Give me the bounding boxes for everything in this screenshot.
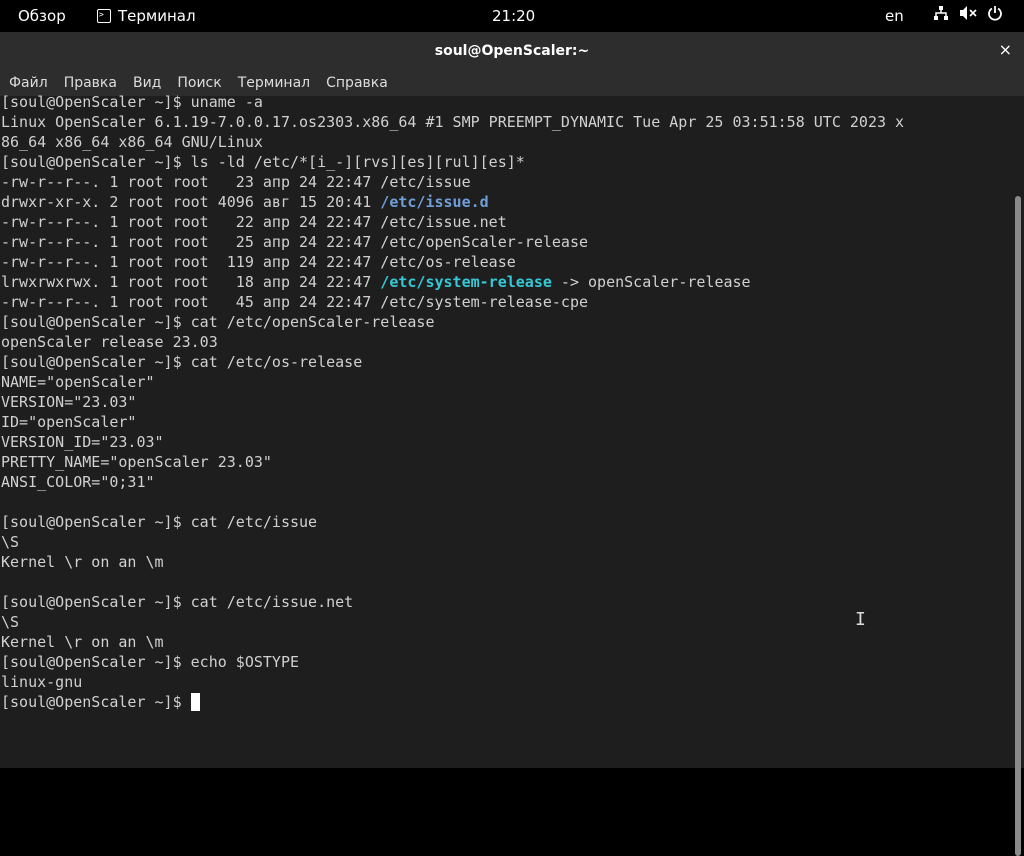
terminal-line: [soul@OpenScaler ~]$ cat /etc/openScaler…	[1, 312, 904, 332]
scrollbar[interactable]	[1012, 96, 1024, 856]
terminal-line: -rw-r--r--. 1 root root 25 апр 24 22:47 …	[1, 232, 904, 252]
terminal-text: lrwxrwxrwx. 1 root root 18 апр 24 22:47	[1, 273, 381, 291]
window-titlebar[interactable]: soul@OpenScaler:~ ×	[0, 32, 1024, 70]
terminal-output[interactable]: [soul@OpenScaler ~]$ uname -a Linux OpenS…	[0, 93, 1012, 768]
menu-view[interactable]: Вид	[125, 75, 169, 91]
terminal-text: -rw-r--r--. 1 root root 45 апр 24 22:47 …	[1, 293, 588, 311]
terminal-text: -> openScaler-release	[551, 273, 751, 291]
terminal-line: ANSI_COLOR="0;31"	[1, 472, 904, 492]
terminal-line: PRETTY_NAME="openScaler 23.03"	[1, 452, 904, 472]
terminal-line: Kernel \r on an \m	[1, 552, 904, 572]
terminal-line: [soul@OpenScaler ~]$	[1, 692, 904, 712]
terminal-lines: [soul@OpenScaler ~]$ uname -a Linux OpenS…	[1, 92, 904, 712]
terminal-text: openScaler release 23.03	[1, 333, 218, 351]
clock[interactable]: 21:20	[492, 0, 535, 32]
terminal-line: [soul@OpenScaler ~]$ cat /etc/issue.net	[1, 592, 904, 612]
terminal-line: [soul@OpenScaler ~]$ cat /etc/issue	[1, 512, 904, 532]
terminal-line: [soul@OpenScaler ~]$ ls -ld /etc/*[i_-][…	[1, 152, 904, 172]
terminal-line: -rw-r--r--. 1 root root 23 апр 24 22:47 …	[1, 172, 904, 192]
terminal-text: 86_64 x86_64 x86_64 GNU/Linux	[1, 133, 263, 151]
terminal-line: -rw-r--r--. 1 root root 45 апр 24 22:47 …	[1, 292, 904, 312]
terminal-text: Linux OpenScaler 6.1.19-7.0.0.17.os2303.…	[1, 113, 905, 131]
terminal-line: [soul@OpenScaler ~]$ uname -a	[1, 92, 904, 112]
terminal-text: linux-gnu	[1, 673, 83, 691]
terminal-line: [soul@OpenScaler ~]$ cat /etc/os-release	[1, 352, 904, 372]
terminal-text: -rw-r--r--. 1 root root 25 апр 24 22:47 …	[1, 233, 588, 251]
terminal-text: ID="openScaler"	[1, 413, 137, 431]
terminal-text: Kernel \r on an \m	[1, 553, 164, 571]
terminal-text: VERSION="23.03"	[1, 393, 137, 411]
terminal-text: [soul@OpenScaler ~]$ cat /etc/os-release	[1, 353, 363, 371]
mouse-ibeam-cursor-icon: I	[855, 609, 866, 630]
volume-muted-icon[interactable]	[959, 0, 977, 32]
directory-name: /etc/issue.d	[380, 193, 489, 211]
terminal-line: drwxr-xr-x. 2 root root 4096 авг 15 20:4…	[1, 192, 904, 212]
terminal-text: -rw-r--r--. 1 root root 22 апр 24 22:47 …	[1, 213, 507, 231]
app-menu-label: Терминал	[118, 7, 196, 25]
top-bar: Обзор > Терминал 21:20 en	[0, 0, 1024, 32]
terminal-line: \S	[1, 612, 904, 632]
terminal-line: VERSION_ID="23.03"	[1, 432, 904, 452]
terminal-line: VERSION="23.03"	[1, 392, 904, 412]
terminal-text: -rw-r--r--. 1 root root 23 апр 24 22:47 …	[1, 173, 471, 191]
terminal-text: drwxr-xr-x. 2 root root 4096 авг 15 20:4…	[1, 193, 381, 211]
terminal-text: [soul@OpenScaler ~]$ uname -a	[1, 93, 263, 111]
close-icon[interactable]: ×	[999, 32, 1012, 68]
terminal-line: 86_64 x86_64 x86_64 GNU/Linux	[1, 132, 904, 152]
terminal-text: ANSI_COLOR="0;31"	[1, 473, 155, 491]
symlink-name: /etc/system-release	[380, 273, 552, 291]
terminal-line: [soul@OpenScaler ~]$ echo $OSTYPE	[1, 652, 904, 672]
menu-file[interactable]: Файл	[0, 75, 56, 91]
terminal-text: NAME="openScaler"	[1, 373, 155, 391]
terminal-text: PRETTY_NAME="openScaler 23.03"	[1, 453, 272, 471]
window-title: soul@OpenScaler:~	[434, 43, 590, 59]
menu-terminal[interactable]: Терминал	[230, 75, 318, 91]
menu-search[interactable]: Поиск	[169, 75, 229, 91]
terminal-text: [soul@OpenScaler ~]$ cat /etc/issue.net	[1, 593, 354, 611]
system-menu[interactable]	[933, 0, 1003, 32]
terminal-line: linux-gnu	[1, 672, 904, 692]
menu-edit[interactable]: Правка	[56, 75, 125, 91]
menu-help[interactable]: Справка	[318, 75, 396, 91]
terminal-text: \S	[1, 613, 20, 631]
terminal-line: NAME="openScaler"	[1, 372, 904, 392]
activities-button[interactable]: Обзор	[18, 0, 66, 32]
terminal-text: [soul@OpenScaler ~]$ ls -ld /etc/*[i_-][…	[1, 153, 525, 171]
terminal-text: Kernel \r on an \m	[1, 633, 164, 651]
terminal-line: openScaler release 23.03	[1, 332, 904, 352]
terminal-line: \S	[1, 532, 904, 552]
terminal-line: Linux OpenScaler 6.1.19-7.0.0.17.os2303.…	[1, 112, 904, 132]
terminal-text: -rw-r--r--. 1 root root 119 апр 24 22:47…	[1, 253, 516, 271]
terminal-text: VERSION_ID="23.03"	[1, 433, 164, 451]
terminal-line: lrwxrwxrwx. 1 root root 18 апр 24 22:47 …	[1, 272, 904, 292]
network-icon[interactable]	[933, 0, 949, 32]
terminal-text: [soul@OpenScaler ~]$	[1, 693, 191, 711]
terminal-line: Kernel \r on an \m	[1, 632, 904, 652]
terminal-line: -rw-r--r--. 1 root root 22 апр 24 22:47 …	[1, 212, 904, 232]
terminal-text: \S	[1, 533, 20, 551]
app-menu-button[interactable]: > Терминал	[97, 0, 196, 32]
terminal-text: [soul@OpenScaler ~]$ cat /etc/openScaler…	[1, 313, 435, 331]
terminal-line: ID="openScaler"	[1, 412, 904, 432]
keyboard-layout-indicator[interactable]: en	[885, 0, 904, 32]
terminal-icon: >	[97, 9, 111, 23]
text-cursor	[190, 693, 200, 711]
power-icon[interactable]	[987, 0, 1003, 32]
terminal-text: [soul@OpenScaler ~]$ cat /etc/issue	[1, 513, 318, 531]
scrollbar-thumb[interactable]	[1015, 196, 1021, 856]
terminal-line: -rw-r--r--. 1 root root 119 апр 24 22:47…	[1, 252, 904, 272]
terminal-text: [soul@OpenScaler ~]$ echo $OSTYPE	[1, 653, 300, 671]
